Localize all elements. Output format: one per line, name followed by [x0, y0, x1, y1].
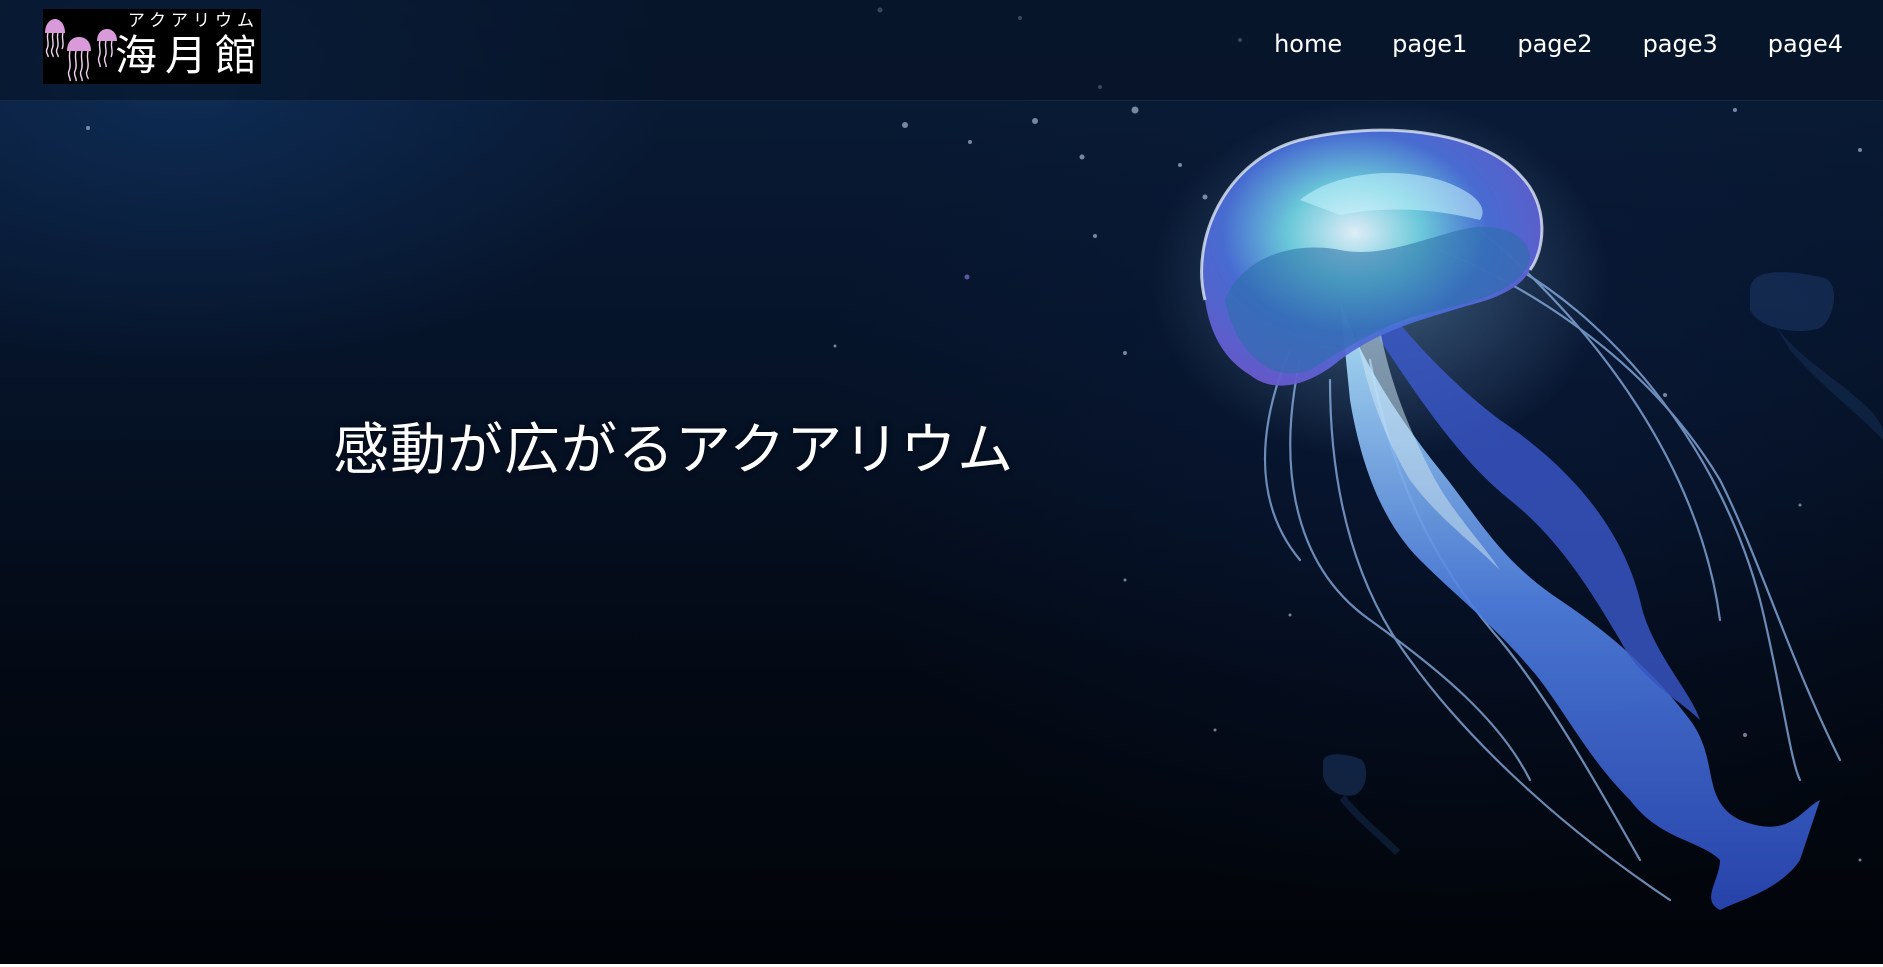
jellyfish-icon [45, 19, 117, 82]
main-nav: home page1 page2 page3 page4 [1224, 28, 1843, 60]
site-logo[interactable]: アクアリウム 海月館 [43, 9, 261, 84]
logo-name: 海月館 [115, 31, 266, 80]
nav-page3[interactable]: page3 [1593, 28, 1718, 60]
logo-kana: アクアリウム [127, 11, 259, 31]
nav-page2[interactable]: page2 [1467, 28, 1592, 60]
hero-title: 感動が広がるアクアリウム [333, 418, 1015, 483]
nav-home[interactable]: home [1224, 28, 1342, 60]
site-header: アクアリウム 海月館 home page1 page2 page3 page4 [0, 0, 1883, 101]
nav-page4[interactable]: page4 [1718, 28, 1843, 60]
page: アクアリウム 海月館 home page1 page2 page3 page4 … [0, 0, 1883, 964]
nav-page1[interactable]: page1 [1342, 28, 1467, 60]
